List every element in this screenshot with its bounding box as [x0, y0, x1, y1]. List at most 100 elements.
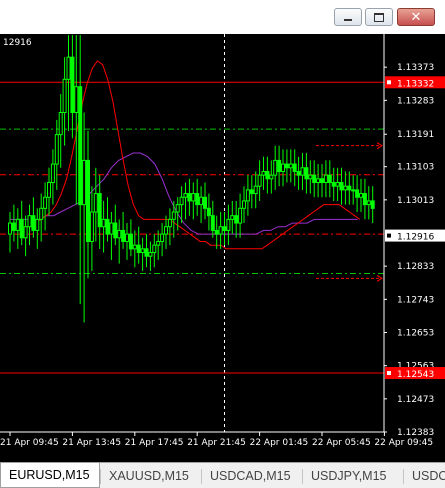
candle-body	[339, 182, 344, 191]
candle-body	[347, 185, 352, 191]
candle-body	[171, 211, 176, 220]
candle-body	[8, 222, 12, 235]
time-tick-label: 21 Apr 17:45	[125, 438, 184, 448]
corner-price-label: 12916	[3, 38, 32, 48]
candle-body	[362, 193, 367, 206]
candle-body	[195, 193, 200, 206]
candle-body	[27, 215, 32, 228]
candle-body	[23, 226, 28, 239]
candle-body	[156, 240, 161, 246]
candle-body	[261, 170, 266, 176]
chart-tab[interactable]: XAUUSD,M15	[101, 465, 201, 487]
candle-body	[242, 200, 246, 209]
candle-body	[175, 204, 180, 213]
chart-tab[interactable]: EURUSD,M15	[0, 463, 100, 488]
candle-body	[74, 86, 79, 113]
candle-body	[331, 182, 336, 187]
close-button[interactable]: ✕	[397, 8, 435, 26]
candle-body	[253, 185, 258, 195]
candle-body	[269, 174, 274, 180]
candle-body	[249, 189, 254, 195]
price-tick-label: 1.13283	[397, 96, 434, 106]
ma-fast-line	[10, 60, 361, 250]
price-tag-label: 1.12916	[397, 233, 434, 243]
candle-body	[288, 163, 293, 169]
candle-body	[226, 218, 231, 231]
candle-body	[58, 111, 63, 136]
chart-tab[interactable]: USDCAD,M15	[202, 465, 302, 487]
candle-body	[304, 167, 309, 180]
candle-body	[320, 178, 324, 184]
time-tick-label: 21 Apr 13:45	[62, 438, 121, 448]
chart-tab[interactable]: USDJPY,M15	[303, 465, 403, 487]
candle-body	[11, 222, 16, 231]
candle-body	[359, 193, 363, 198]
candle-body	[66, 56, 71, 80]
candle-body	[62, 78, 67, 113]
price-tag-label: 1.12543	[397, 370, 434, 380]
tab-separator	[100, 469, 101, 484]
candle-body	[167, 218, 172, 228]
candle-body	[210, 215, 215, 231]
price-tick-label: 1.13373	[397, 63, 434, 73]
candle-body	[366, 200, 371, 206]
chart-tab[interactable]: USDOL	[404, 465, 445, 487]
candle-body	[50, 163, 55, 184]
price-tick-label: 1.12383	[397, 428, 434, 438]
candle-body	[218, 226, 223, 235]
time-tick-label: 21 Apr 21:45	[187, 438, 246, 448]
price-tick-label: 1.13103	[397, 163, 434, 173]
candle-body	[335, 182, 340, 187]
candle-body	[312, 174, 317, 184]
time-tick-label: 21 Apr 09:45	[0, 438, 59, 448]
candle-body	[355, 189, 360, 198]
candle-body	[323, 174, 328, 184]
candle-body	[19, 218, 24, 239]
candle-body	[82, 159, 87, 206]
candle-body	[70, 56, 75, 113]
candle-body	[136, 244, 141, 254]
tab-separator	[201, 469, 202, 484]
window-titlebar: ✕	[0, 0, 445, 34]
price-tick-label: 1.13013	[397, 196, 434, 206]
candle-body	[144, 248, 149, 257]
candle-body	[273, 159, 278, 176]
maximize-button[interactable]	[365, 8, 393, 26]
candle-body	[300, 167, 305, 176]
candle-body	[183, 193, 188, 198]
minimize-button[interactable]	[334, 8, 362, 26]
candle-body	[132, 244, 137, 250]
tab-separator	[403, 469, 404, 484]
candle-body	[370, 200, 375, 209]
candle-body	[164, 226, 168, 235]
candle-body	[39, 207, 44, 220]
price-tick-label: 1.12743	[397, 295, 434, 305]
restore-icon	[374, 12, 384, 22]
candle-body	[160, 233, 165, 242]
price-tag-marker	[387, 80, 391, 85]
candle-body	[128, 233, 133, 250]
price-tick-label: 1.13191	[397, 130, 434, 140]
chart-canvas[interactable]: 1.13373 1.13283 1.13191 1.13103 1.13013 1.128…	[0, 34, 445, 462]
candle-body	[284, 163, 289, 169]
candle-body	[257, 174, 262, 187]
candle-body	[47, 182, 51, 198]
candle-body	[78, 86, 83, 206]
candle-body	[230, 215, 235, 220]
candle-body	[93, 193, 98, 213]
candle-body	[86, 159, 90, 242]
time-tick-label: 22 Apr 05:45	[312, 438, 371, 448]
candle-body	[140, 248, 145, 254]
price-tick-label: 1.12473	[397, 395, 434, 405]
candle-body	[277, 159, 282, 172]
candle-body	[327, 174, 332, 184]
candle-body	[191, 193, 196, 202]
candle-body	[15, 218, 20, 231]
price-chart[interactable]: 1.13373 1.13283 1.13191 1.13103 1.13013 1.128…	[0, 34, 445, 462]
candle-body	[117, 229, 122, 239]
candle-body	[222, 226, 227, 231]
candle-body	[113, 222, 118, 239]
candle-body	[316, 178, 321, 184]
candle-body	[245, 189, 250, 202]
candle-body	[296, 170, 301, 176]
